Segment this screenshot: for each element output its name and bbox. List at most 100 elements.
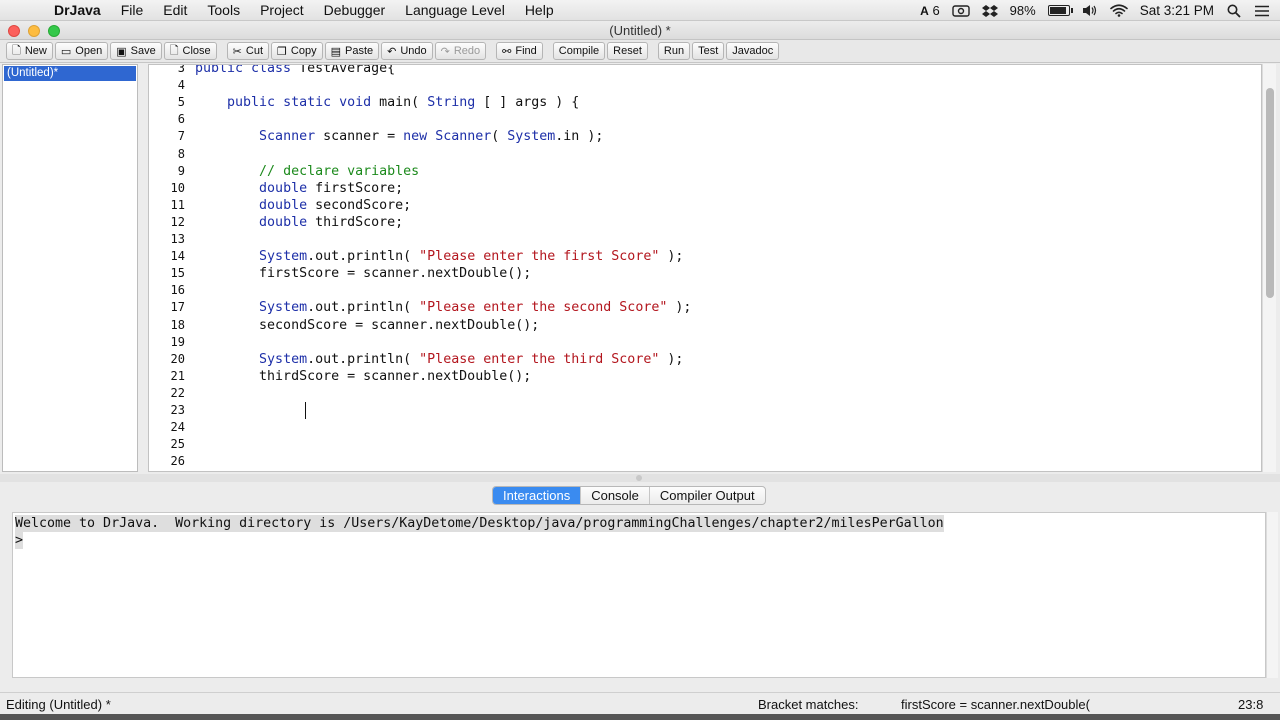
adobe-count: 6 <box>932 3 940 18</box>
line-number: 6 <box>177 112 185 127</box>
adobe-status-icon[interactable]: A 6 <box>920 3 940 18</box>
interactions-pane[interactable]: Welcome to DrJava. Working directory is … <box>12 512 1266 678</box>
code-line[interactable]: 17 System.out.println( "Please enter the… <box>149 299 1249 316</box>
code-line[interactable]: 11 double secondScore; <box>149 197 1249 214</box>
code-line[interactable]: 5 public static void main( String [ ] ar… <box>149 94 1249 111</box>
new-button[interactable]: 🗋 New <box>6 42 53 60</box>
menu-project[interactable]: Project <box>260 2 304 18</box>
menu-tools[interactable]: Tools <box>207 2 240 18</box>
volume-icon[interactable] <box>1082 4 1098 18</box>
code-editor[interactable]: 3 public class TestAverage{4 5 public stat… <box>148 64 1262 472</box>
code-line[interactable]: 8 <box>149 146 1249 163</box>
dropbox-icon[interactable] <box>981 4 998 18</box>
paste-button-label: Paste <box>344 45 374 57</box>
interactions-prompt[interactable]: > <box>15 532 24 549</box>
battery-icon[interactable] <box>1047 5 1073 16</box>
line-number: 8 <box>177 146 185 161</box>
close-button-label: Close <box>182 45 211 57</box>
wifi-icon[interactable] <box>1109 4 1128 18</box>
cut-button-label: Cut <box>245 45 264 57</box>
camera-icon[interactable] <box>951 4 970 18</box>
close-doc-icon: 🗋 <box>169 44 179 57</box>
code-line[interactable]: 12 double thirdScore; <box>149 214 1249 231</box>
code-line[interactable]: 4 <box>149 77 1249 94</box>
javadoc-button[interactable]: Javadoc <box>726 42 780 60</box>
menu-debugger[interactable]: Debugger <box>324 2 386 18</box>
code-line[interactable]: 23 <box>149 402 1249 419</box>
line-number: 11 <box>170 197 185 212</box>
open-button-label: Open <box>75 45 103 57</box>
code-line[interactable]: 18 secondScore = scanner.nextDouble(); <box>149 317 1249 334</box>
menu-help[interactable]: Help <box>525 2 554 18</box>
splitter-grip-icon[interactable] <box>636 475 642 481</box>
code-line[interactable]: 7 Scanner scanner = new Scanner( System.… <box>149 128 1249 145</box>
line-number: 10 <box>170 180 185 195</box>
tab-interactions[interactable]: Interactions <box>493 487 582 504</box>
document-list: (Untitled)* <box>2 64 138 472</box>
paste-button[interactable]: ▤ Paste <box>324 42 380 60</box>
menu-bar-clock[interactable]: Sat 3:21 PM <box>1140 3 1214 18</box>
line-number: 13 <box>170 232 185 246</box>
cut-button[interactable]: ✂ Cut <box>226 42 270 60</box>
code-text: Scanner scanner = new Scanner( System.in… <box>259 129 604 145</box>
status-bar: Editing (Untitled) * Bracket matches: fi… <box>0 692 1280 714</box>
save-button-label: Save <box>130 45 156 57</box>
compile-button[interactable]: Compile <box>552 42 606 60</box>
notification-center-icon[interactable] <box>1254 4 1270 18</box>
app-menu[interactable]: DrJava <box>54 2 101 18</box>
code-line[interactable]: 13 <box>149 231 1249 248</box>
menu-edit[interactable]: Edit <box>163 2 187 18</box>
copy-button[interactable]: ❐ Copy <box>271 42 323 60</box>
editor-vertical-scrollbar[interactable] <box>1262 64 1276 472</box>
code-line[interactable]: 6 <box>149 111 1249 128</box>
open-button[interactable]: ▭ Open <box>54 42 109 60</box>
find-button-label: Find <box>515 45 537 57</box>
code-line[interactable]: 9 // declare variables <box>149 163 1249 180</box>
code-line[interactable]: 15 firstScore = scanner.nextDouble(); <box>149 265 1249 282</box>
save-button[interactable]: ▣ Save <box>110 42 162 60</box>
reset-button[interactable]: Reset <box>607 42 648 60</box>
editor-scrollbar-thumb[interactable] <box>1266 88 1274 298</box>
close-button[interactable]: 🗋 Close <box>163 42 217 60</box>
copy-icon: ❐ <box>277 45 287 58</box>
line-number: 16 <box>170 283 185 298</box>
line-number: 3 <box>177 64 185 75</box>
code-line[interactable]: 22 <box>149 385 1249 402</box>
menu-language-level[interactable]: Language Level <box>405 2 505 18</box>
test-button[interactable]: Test <box>692 42 725 60</box>
code-text: double secondScore; <box>259 197 412 213</box>
menu-bar-status-area: A 6 98% Sat 3:21 PM <box>920 0 1270 21</box>
pane-splitter[interactable] <box>0 474 1280 482</box>
undo-button[interactable]: ↶ Undo <box>381 42 433 60</box>
line-number: 15 <box>170 266 185 281</box>
spotlight-search-icon[interactable] <box>1226 4 1242 18</box>
tab-compiler-output[interactable]: Compiler Output <box>650 487 765 504</box>
redo-button[interactable]: ↷ Redo <box>434 42 487 60</box>
code-line[interactable]: 25 <box>149 436 1249 453</box>
interactions-scrollbar[interactable] <box>1266 512 1278 678</box>
code-text: thirdScore = scanner.nextDouble(); <box>195 368 532 384</box>
tab-console[interactable]: Console <box>581 487 650 504</box>
clipboard-icon: ▤ <box>330 45 341 58</box>
window-title: (Untitled) * <box>609 23 671 38</box>
undo-icon: ↶ <box>387 45 397 58</box>
code-line[interactable]: 21 thirdScore = scanner.nextDouble(); <box>149 368 1249 385</box>
new-file-icon: 🗋 <box>12 44 21 57</box>
code-line[interactable]: 14 System.out.println( "Please enter the… <box>149 248 1249 265</box>
document-item-untitled[interactable]: (Untitled)* <box>4 66 136 81</box>
main-toolbar: 🗋 New ▭ Open ▣ Save 🗋 Close ✂ Cut ❐ Copy ▤ Past… <box>0 40 1280 63</box>
code-line[interactable]: 19 <box>149 334 1249 351</box>
run-button[interactable]: Run <box>657 42 691 60</box>
menu-file[interactable]: File <box>121 2 144 18</box>
find-button[interactable]: ⚯ Find <box>496 42 543 60</box>
code-line[interactable]: 26 <box>149 453 1249 470</box>
code-line[interactable]: 16 <box>149 282 1249 299</box>
code-line[interactable]: 3 public class TestAverage{ <box>149 64 1249 77</box>
code-line[interactable]: 24 <box>149 419 1249 436</box>
code-text: // declare variables <box>259 163 420 179</box>
code-line[interactable]: 10 double firstScore; <box>149 180 1249 197</box>
redo-icon: ↷ <box>440 45 450 58</box>
code-line[interactable]: 20 System.out.println( "Please enter the… <box>149 351 1249 368</box>
binoculars-icon: ⚯ <box>502 45 512 58</box>
window-title-bar: (Untitled) * <box>0 21 1280 40</box>
